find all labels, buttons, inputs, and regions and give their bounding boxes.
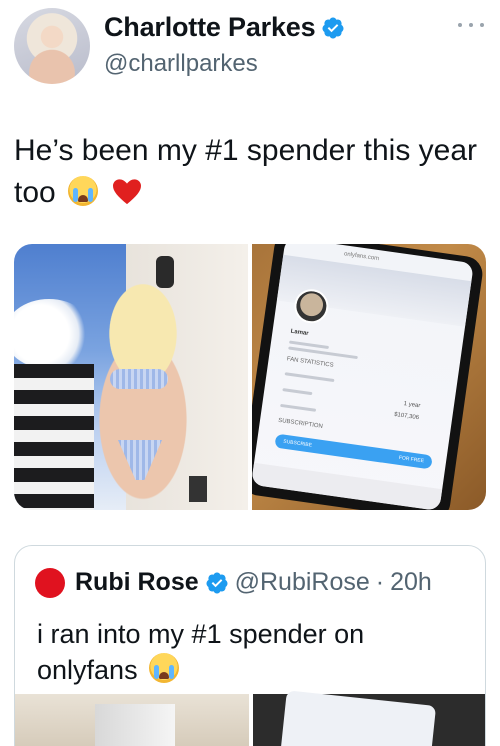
phone-subscribe-label: SUBSCRIBE: [282, 438, 313, 449]
author-display-name[interactable]: Charlotte Parkes: [104, 12, 316, 43]
phone-photo: onlyfans.com Lamar FAN STATISTICS 1 year…: [252, 244, 485, 510]
quote-separator: ·: [375, 568, 385, 596]
phone-nav-bar: [252, 462, 443, 510]
quote-author-avatar[interactable]: [35, 568, 65, 598]
quoted-tweet[interactable]: Rubi Rose @RubiRose · 20h i ran into my …: [14, 545, 486, 746]
quote-text: i ran into my #1 spender on onlyfans: [37, 616, 467, 688]
author-name-row[interactable]: Charlotte Parkes: [104, 12, 345, 43]
quote-author-name[interactable]: Rubi Rose: [75, 568, 199, 597]
phone-for-free-label: FOR FREE: [398, 454, 425, 465]
verified-badge-icon: [322, 17, 344, 38]
quote-author-handle[interactable]: @RubiRose: [235, 568, 370, 597]
quote-timestamp[interactable]: 20h: [390, 568, 432, 597]
phone-subscribe-button: SUBSCRIBE FOR FREE: [274, 433, 433, 470]
loudly-crying-face-icon: [149, 653, 180, 683]
tweet-text: He’s been my #1 spender this year too: [14, 130, 484, 214]
phone-subscribed-for: 1 year: [403, 401, 421, 410]
author-handle[interactable]: @charllparkes: [104, 50, 258, 78]
verified-badge-icon: [206, 572, 228, 593]
quote-media-photo-1[interactable]: [15, 694, 249, 746]
phone-fan-statistics: FAN STATISTICS: [286, 356, 334, 369]
quote-media-photo-2[interactable]: [253, 690, 485, 746]
phone-subscription: SUBSCRIPTION: [277, 417, 324, 430]
author-avatar[interactable]: [14, 8, 90, 84]
quote-text-content: i ran into my #1 spender on onlyfans: [37, 619, 365, 685]
quote-media-grid: [15, 690, 485, 746]
phone-spent: $107,306: [393, 411, 420, 422]
phone-url: onlyfans.com: [343, 251, 380, 263]
more-options-icon[interactable]: [458, 18, 484, 32]
quote-header: Rubi Rose @RubiRose · 20h: [75, 568, 432, 597]
media-photo-1[interactable]: [14, 244, 248, 510]
media-grid: onlyfans.com Lamar FAN STATISTICS 1 year…: [14, 244, 486, 510]
phone-profile-name: Lamar: [290, 328, 309, 338]
media-photo-2[interactable]: onlyfans.com Lamar FAN STATISTICS 1 year…: [252, 244, 486, 510]
loudly-crying-face-icon: [68, 176, 99, 206]
red-heart-icon: [113, 179, 142, 205]
tweet: Charlotte Parkes @charllparkes He’s been…: [0, 0, 500, 746]
